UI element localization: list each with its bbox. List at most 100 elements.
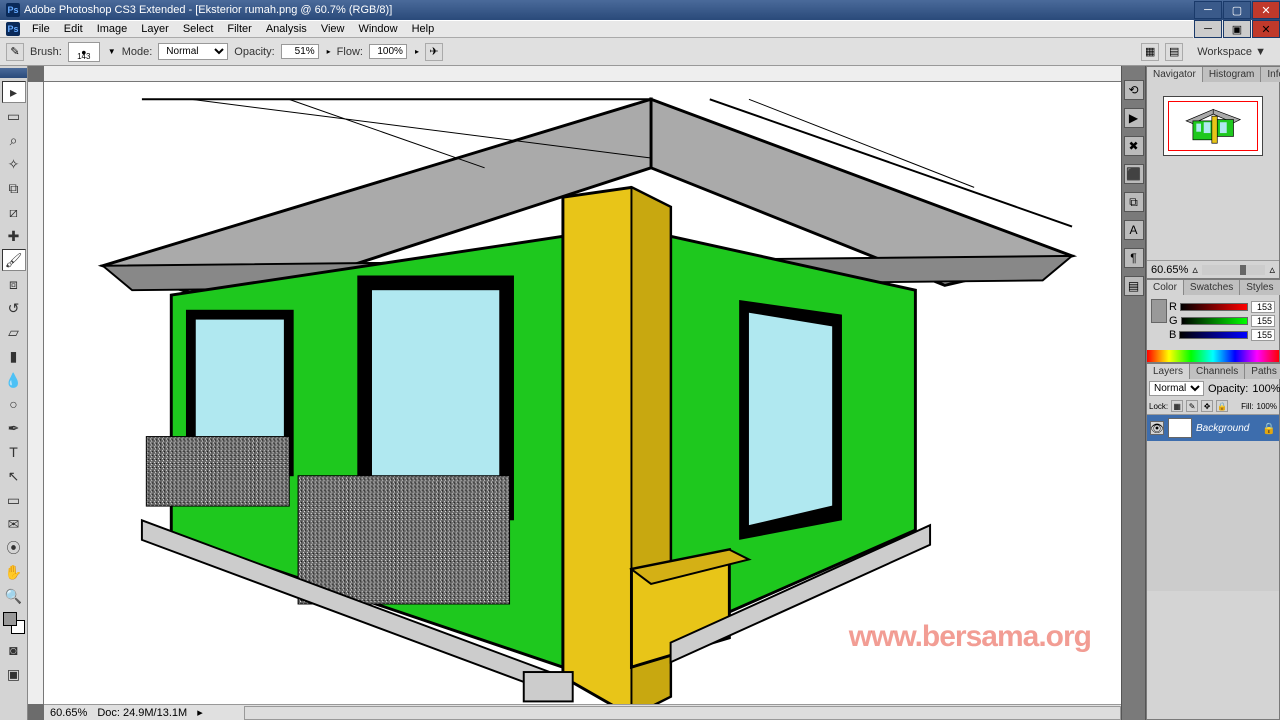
chevron-down-icon[interactable]: ▼ (108, 47, 116, 56)
tool-preset-icon[interactable]: ✎ (6, 43, 24, 61)
palette-icon[interactable]: ▦ (1141, 43, 1159, 61)
bridge-icon[interactable]: ▤ (1165, 43, 1183, 61)
horizontal-ruler[interactable] (44, 66, 1121, 82)
mode-select[interactable]: Normal (158, 43, 228, 60)
tab-layers[interactable]: Layers (1147, 364, 1190, 379)
brush-tool-icon[interactable]: 🖌 (2, 249, 26, 271)
horizontal-scrollbar[interactable] (244, 706, 1121, 720)
b-value[interactable] (1251, 329, 1275, 341)
tab-info[interactable]: Info (1261, 67, 1280, 82)
chevron-down-icon[interactable]: ▸ (415, 47, 419, 56)
type-tool-icon[interactable]: T (2, 441, 26, 463)
menu-window[interactable]: Window (352, 21, 403, 37)
shape-tool-icon[interactable]: ▭ (2, 489, 26, 511)
doc-restore-button[interactable]: ▣ (1223, 20, 1251, 38)
path-tool-icon[interactable]: ↖ (2, 465, 26, 487)
eyedropper-tool-icon[interactable]: ⦿ (2, 537, 26, 559)
fill-value[interactable]: 100% (1257, 400, 1277, 412)
menu-help[interactable]: Help (406, 21, 441, 37)
doc-minimize-button[interactable]: ─ (1194, 20, 1222, 38)
lock-transparent-icon[interactable]: ▦ (1171, 400, 1183, 412)
app-menu-icon[interactable]: Ps (6, 22, 20, 36)
clone-panel-icon[interactable]: ⧉ (1124, 192, 1144, 212)
navigator-thumbnail[interactable] (1163, 96, 1263, 156)
dodge-tool-icon[interactable]: ○ (2, 393, 26, 415)
menu-select[interactable]: Select (177, 21, 220, 37)
menu-edit[interactable]: Edit (58, 21, 89, 37)
g-value[interactable] (1251, 315, 1275, 327)
blend-mode-select[interactable]: Normal (1149, 381, 1204, 396)
heal-tool-icon[interactable]: ✚ (2, 225, 26, 247)
eraser-tool-icon[interactable]: ▱ (2, 321, 26, 343)
history-brush-tool-icon[interactable]: ↺ (2, 297, 26, 319)
tab-styles[interactable]: Styles (1240, 280, 1280, 295)
tab-navigator[interactable]: Navigator (1147, 67, 1203, 82)
character-panel-icon[interactable]: A (1124, 220, 1144, 240)
layercomp-panel-icon[interactable]: ▤ (1124, 276, 1144, 296)
foreground-color[interactable] (3, 612, 17, 626)
hand-tool-icon[interactable]: ✋ (2, 561, 26, 583)
zoom-in-icon[interactable]: ▵ (1269, 263, 1275, 276)
tab-swatches[interactable]: Swatches (1184, 280, 1240, 295)
wand-tool-icon[interactable]: ✧ (2, 153, 26, 175)
zoom-out-icon[interactable]: ▵ (1192, 263, 1198, 276)
doc-close-button[interactable]: ✕ (1252, 20, 1280, 38)
menu-analysis[interactable]: Analysis (260, 21, 313, 37)
crop-tool-icon[interactable]: ⧉ (2, 177, 26, 199)
history-panel-icon[interactable]: ⟲ (1124, 80, 1144, 100)
status-doc[interactable]: Doc: 24.9M/13.1M (97, 707, 187, 719)
workspace-menu[interactable]: Workspace ▼ (1189, 44, 1274, 60)
menu-image[interactable]: Image (91, 21, 134, 37)
gradient-tool-icon[interactable]: ▮ (2, 345, 26, 367)
menu-file[interactable]: File (26, 21, 56, 37)
actions-panel-icon[interactable]: ▶ (1124, 108, 1144, 128)
tool-presets-panel-icon[interactable]: ✖ (1124, 136, 1144, 156)
visibility-icon[interactable]: 👁 (1150, 421, 1164, 435)
zoom-tool-icon[interactable]: 🔍 (2, 585, 26, 607)
screenmode-icon[interactable]: ▣ (2, 663, 26, 685)
nav-zoom-value[interactable]: 60.65% (1151, 264, 1188, 276)
menu-view[interactable]: View (315, 21, 351, 37)
canvas[interactable]: www.bersama.org (44, 82, 1121, 704)
move-tool-icon[interactable]: ▸ (2, 81, 26, 103)
minimize-button[interactable]: ─ (1194, 1, 1222, 19)
status-zoom[interactable]: 60.65% (50, 707, 87, 719)
menu-layer[interactable]: Layer (135, 21, 175, 37)
color-swatches[interactable] (3, 612, 25, 634)
r-value[interactable] (1251, 301, 1275, 313)
lasso-tool-icon[interactable]: ⌕ (2, 129, 26, 151)
blur-tool-icon[interactable]: 💧 (2, 369, 26, 391)
tab-color[interactable]: Color (1147, 280, 1184, 295)
opacity-input[interactable] (281, 44, 319, 59)
menu-filter[interactable]: Filter (221, 21, 257, 37)
stamp-tool-icon[interactable]: ⧈ (2, 273, 26, 295)
layer-name[interactable]: Background (1196, 423, 1249, 434)
lock-all-icon[interactable]: 🔒 (1216, 400, 1228, 412)
brushes-panel-icon[interactable]: ⬛ (1124, 164, 1144, 184)
lock-position-icon[interactable]: ✥ (1201, 400, 1213, 412)
tab-paths[interactable]: Paths (1245, 364, 1280, 379)
slice-tool-icon[interactable]: ⧄ (2, 201, 26, 223)
marquee-tool-icon[interactable]: ▭ (2, 105, 26, 127)
brush-preset-picker[interactable]: • 143 (68, 42, 100, 62)
zoom-slider[interactable] (1202, 265, 1266, 275)
vertical-ruler[interactable] (28, 82, 44, 704)
tab-channels[interactable]: Channels (1190, 364, 1245, 379)
paragraph-panel-icon[interactable]: ¶ (1124, 248, 1144, 268)
flow-input[interactable] (369, 44, 407, 59)
chevron-down-icon[interactable]: ▸ (327, 47, 331, 56)
layer-opacity-value[interactable]: 100% (1252, 383, 1280, 395)
color-panel-swatch[interactable] (1151, 299, 1167, 323)
color-ramp[interactable] (1147, 350, 1279, 362)
notes-tool-icon[interactable]: ✉ (2, 513, 26, 535)
pen-tool-icon[interactable]: ✒ (2, 417, 26, 439)
b-slider[interactable] (1179, 331, 1248, 339)
chevron-right-icon[interactable]: ▸ (197, 706, 203, 719)
g-slider[interactable] (1181, 317, 1248, 325)
quickmask-icon[interactable]: ◙ (2, 639, 26, 661)
layer-thumbnail[interactable] (1168, 418, 1192, 438)
toolbox-grip[interactable] (0, 68, 27, 78)
close-button[interactable]: ✕ (1252, 1, 1280, 19)
lock-paint-icon[interactable]: ✎ (1186, 400, 1198, 412)
tab-histogram[interactable]: Histogram (1203, 67, 1262, 82)
